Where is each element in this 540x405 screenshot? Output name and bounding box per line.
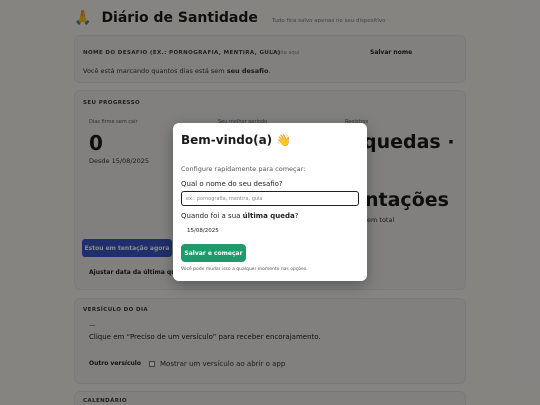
modal-subtitle: Configure rapidamente para começar:: [181, 165, 306, 173]
q2-bold: última queda: [242, 212, 295, 220]
welcome-modal: Bem-vindo(a) 👋 Configure rapidamente par…: [173, 123, 367, 281]
modal-note: Você pode mudar isso a qualquer momento …: [181, 267, 308, 272]
modal-challenge-input[interactable]: [181, 191, 359, 206]
q2-suffix: ?: [294, 212, 299, 220]
q2-prefix: Quando foi a sua: [181, 212, 243, 220]
last-fall-question: Quando foi a sua última queda?: [181, 212, 298, 220]
challenge-question: Qual o nome do seu desafio?: [181, 180, 283, 188]
last-fall-date-input[interactable]: 15/08/2025: [187, 228, 219, 234]
modal-title: Bem-vindo(a) 👋: [181, 133, 292, 147]
save-and-start-button[interactable]: Salvar e começar: [181, 244, 246, 262]
